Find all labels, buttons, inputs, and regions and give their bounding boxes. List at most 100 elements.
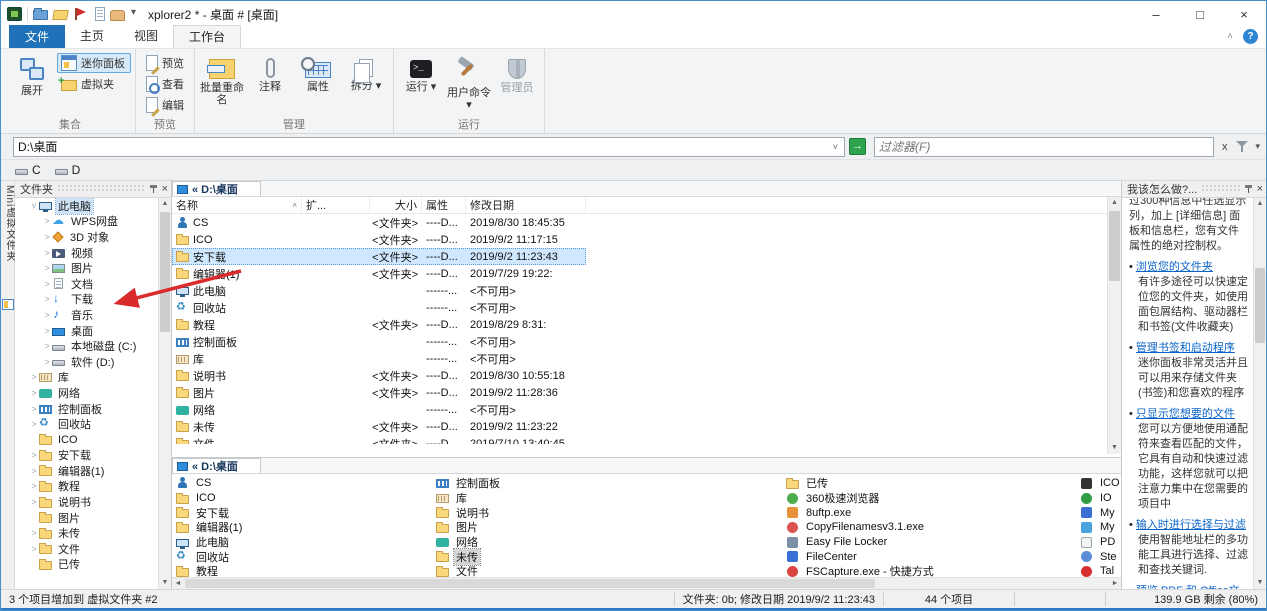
file-item-8uftp.exe[interactable]: 8uftp.exe	[786, 505, 1041, 520]
expander-icon[interactable]: >	[29, 404, 39, 414]
expander-icon[interactable]: >	[29, 372, 39, 382]
pin-icon[interactable]	[149, 184, 158, 195]
drive-tab-D[interactable]: D	[54, 163, 80, 177]
expander-icon[interactable]: >	[29, 481, 39, 491]
tree-item-图片[interactable]: > 图片	[15, 260, 158, 276]
迷你面板-button[interactable]: 迷你面板	[57, 53, 131, 73]
file-item-说明书[interactable]: 说明书	[436, 505, 691, 520]
close-panel-icon[interactable]: ×	[1257, 183, 1263, 195]
expander-icon[interactable]: >	[42, 279, 52, 289]
tree-item-WPS网盘[interactable]: >WPS网盘	[15, 214, 158, 230]
help-link-输入时进行选择与过滤[interactable]: 输入时进行选择与过滤	[1136, 519, 1246, 531]
file-item-My[interactable]: My	[1080, 520, 1121, 535]
注释-button[interactable]: 注释	[247, 51, 293, 115]
tree-item-图片[interactable]: 图片	[15, 510, 158, 526]
tree-item-桌面[interactable]: > 桌面	[15, 323, 158, 339]
expander-icon[interactable]: >	[42, 216, 52, 226]
close-panel-icon[interactable]: ×	[162, 183, 168, 195]
scroll-up-icon[interactable]: ▲	[1108, 197, 1121, 209]
file-item-控制面板[interactable]: 控制面板	[436, 476, 691, 491]
展开-button[interactable]: 展开	[9, 51, 55, 115]
expander-icon[interactable]: >	[42, 294, 52, 304]
tree-item-库[interactable]: > 库	[15, 370, 158, 386]
close-button[interactable]: ×	[1222, 1, 1266, 27]
go-button[interactable]: →	[849, 138, 866, 155]
drive-tab-C[interactable]: C	[15, 163, 41, 177]
file-item-回收站[interactable]: 回收站	[176, 549, 431, 564]
scroll-thumb[interactable]	[185, 579, 875, 588]
file-item-Ste[interactable]: Ste	[1080, 549, 1121, 564]
file-item-未传[interactable]: 未传	[436, 547, 691, 566]
file-item-网络[interactable]: 网络	[436, 535, 691, 550]
tree-item-此电脑[interactable]: ˅ 此电脑	[15, 198, 158, 215]
编辑-button[interactable]: 编辑	[140, 95, 190, 115]
scroll-up-icon[interactable]: ▲	[159, 198, 171, 210]
tree-item-编辑器(1)[interactable]: > 编辑器(1)	[15, 463, 158, 479]
file-item-IO[interactable]: IO	[1080, 491, 1121, 506]
tree-item-教程[interactable]: > 教程	[15, 479, 158, 495]
file-item-Tal[interactable]: Tal	[1080, 564, 1121, 577]
tree-item-控制面板[interactable]: > 控制面板	[15, 401, 158, 417]
用户命令-button[interactable]: 用户命令 ▾	[446, 51, 492, 115]
expander-icon[interactable]: >	[42, 326, 52, 336]
tree-item-已传[interactable]: 已传	[15, 557, 158, 573]
file-item-图片[interactable]: 图片	[436, 520, 691, 535]
column-header-名称[interactable]: 名称 ˄	[172, 197, 302, 213]
help-icon[interactable]: ?	[1243, 29, 1258, 44]
address-input[interactable]	[18, 139, 831, 154]
expander-icon[interactable]: >	[42, 310, 52, 320]
expander-icon[interactable]: >	[42, 341, 52, 351]
expander-icon[interactable]: >	[42, 357, 52, 367]
main-pane-tab[interactable]: « D:\桌面	[172, 181, 261, 196]
maximize-button[interactable]: □	[1178, 1, 1222, 27]
column-header-属性[interactable]: 属性	[422, 197, 466, 213]
expander-icon[interactable]: >	[42, 263, 52, 273]
tree-item-说明书[interactable]: > 说明书	[15, 494, 158, 510]
file-item-此电脑[interactable]: 此电脑	[176, 535, 431, 550]
tree-item-音乐[interactable]: >音乐	[15, 307, 158, 323]
main-list-scrollbar[interactable]: ▲ ▼	[1107, 197, 1121, 454]
scroll-thumb[interactable]	[1255, 268, 1265, 343]
mini-panel-tab-icon[interactable]	[2, 299, 14, 310]
file-row-控制面板[interactable]: 控制面板 ------... <不可用>	[172, 333, 586, 350]
file-row-文件[interactable]: 文件<文件夹>----D...2019/7/10 13:40:45	[172, 435, 586, 444]
file-row-教程[interactable]: 教程 <文件夹> ----D... 2019/8/29 8:31:	[172, 316, 586, 333]
file-item-CopyFilenamesv3.1.exe[interactable]: CopyFilenamesv3.1.exe	[786, 520, 1041, 535]
bottom-pane-tab[interactable]: « D:\桌面	[172, 458, 261, 473]
file-item-FileCenter[interactable]: FileCenter	[786, 549, 1041, 564]
file-row-此电脑[interactable]: 此电脑 ------... <不可用>	[172, 282, 586, 299]
expander-icon[interactable]: >	[29, 419, 39, 429]
help-scrollbar[interactable]: ▲ ▼	[1253, 198, 1266, 589]
file-row-未传[interactable]: 未传 <文件夹> ----D... 2019/9/2 11:23:22	[172, 418, 586, 435]
tab-工作台[interactable]: 工作台	[173, 25, 242, 48]
hand-icon[interactable]	[110, 9, 125, 21]
tree-item-下载[interactable]: >下载	[15, 292, 158, 308]
file-item-编辑器(1)[interactable]: 编辑器(1)	[176, 520, 431, 535]
scroll-down-icon[interactable]: ▼	[1108, 442, 1121, 454]
tree-item-未传[interactable]: > 未传	[15, 525, 158, 541]
file-row-CS[interactable]: CS <文件夹> ----D... 2019/8/30 18:45:35	[172, 214, 586, 231]
查看-button[interactable]: 查看	[140, 74, 190, 94]
funnel-icon[interactable]	[1235, 140, 1251, 154]
doc-icon[interactable]	[95, 7, 105, 21]
file-row-ICO[interactable]: ICO <文件夹> ----D... 2019/9/2 11:17:15	[172, 231, 586, 248]
file-item-FSCapture.exe - 快捷方式[interactable]: FSCapture.exe - 快捷方式	[786, 564, 1041, 577]
scroll-left-icon[interactable]: ◄	[172, 578, 184, 589]
file-item-安下载[interactable]: 安下载	[176, 505, 431, 520]
scroll-thumb[interactable]	[1109, 211, 1120, 281]
file-row-安下载[interactable]: 安下载 <文件夹> ----D... 2019/9/2 11:23:43	[172, 248, 586, 265]
file-row-网络[interactable]: 网络 ------... <不可用>	[172, 401, 586, 418]
bottom-hscrollbar[interactable]: ◄ ►	[172, 577, 1121, 589]
tab-文件[interactable]: 文件	[9, 25, 66, 48]
file-item-360极速浏览器[interactable]: 360极速浏览器	[786, 491, 1041, 506]
file-item-My[interactable]: My	[1080, 505, 1121, 520]
file-item-已传[interactable]: 已传	[786, 476, 1041, 491]
tree-item-软件 (D:)[interactable]: > 软件 (D:)	[15, 354, 158, 370]
minimize-button[interactable]: –	[1134, 1, 1178, 27]
scroll-down-icon[interactable]: ▼	[159, 577, 171, 589]
tree-item-3D 对象[interactable]: >3D 对象	[15, 229, 158, 245]
file-row-编辑器(1)[interactable]: 编辑器(1) <文件夹> ----D... 2019/7/29 19:22:	[172, 265, 586, 282]
tree-item-回收站[interactable]: >回收站	[15, 416, 158, 432]
help-link-只显示您想要的文件[interactable]: 只显示您想要的文件	[1136, 408, 1235, 420]
expander-icon[interactable]: >	[29, 528, 39, 538]
